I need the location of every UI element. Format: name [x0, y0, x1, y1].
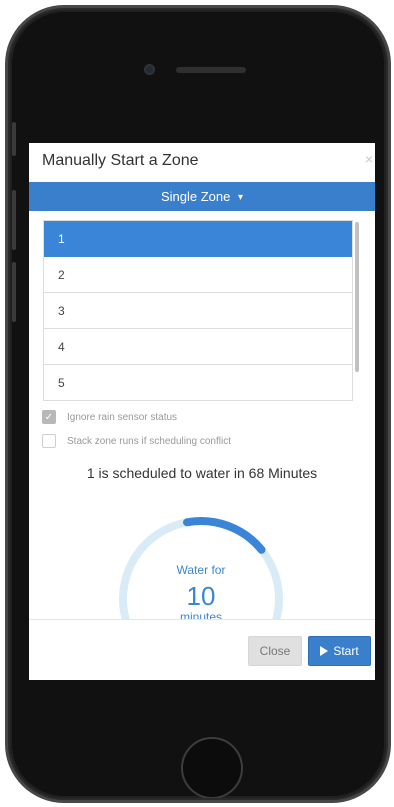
zone-item-1[interactable]: 1	[44, 221, 352, 257]
volume-down-button	[12, 262, 16, 322]
dial-value: 10	[186, 581, 216, 611]
zone-item-2[interactable]: 2	[44, 257, 352, 293]
start-label: Start	[333, 644, 359, 658]
zone-list[interactable]: 1 2 3 4 5	[43, 220, 353, 401]
front-camera	[144, 64, 155, 75]
caret-down-icon: ▾	[237, 192, 244, 204]
stack-zone-runs-option: Stack zone runs if scheduling conflict	[42, 433, 231, 449]
close-button[interactable]: Close	[248, 636, 302, 666]
dial-label: Water for	[176, 563, 226, 577]
schedule-status: 1 is scheduled to water in 68 Minutes	[86, 465, 318, 481]
dial-progress-arc	[183, 517, 266, 554]
zone-item-4[interactable]: 4	[44, 329, 352, 365]
zone-mode-label: Single Zone	[160, 189, 231, 204]
check-icon: ✓	[44, 411, 54, 423]
zone-list-scrollbar[interactable]	[355, 222, 359, 372]
play-icon	[320, 646, 329, 656]
home-button[interactable]	[181, 737, 243, 798]
stack-zone-runs-label: Stack zone runs if scheduling conflict	[67, 435, 231, 447]
mute-switch	[12, 122, 16, 156]
volume-up-button	[12, 190, 16, 250]
ignore-rain-sensor-label: Ignore rain sensor status	[67, 411, 178, 423]
stack-zone-runs-checkbox[interactable]	[42, 434, 56, 448]
earpiece-speaker	[176, 67, 246, 73]
start-button[interactable]: Start	[308, 636, 371, 666]
zone-item-3[interactable]: 3	[44, 293, 352, 329]
zone-item-5[interactable]: 5	[44, 365, 352, 400]
modal-footer: Close Start	[29, 619, 375, 680]
modal-dialog: Manually Start a Zone × Single Zone ▾ 1 …	[29, 143, 375, 680]
ignore-rain-sensor-checkbox[interactable]: ✓	[42, 410, 56, 424]
close-icon[interactable]: ×	[365, 151, 373, 167]
zone-mode-dropdown[interactable]: Single Zone ▾	[29, 182, 375, 211]
ignore-rain-sensor-option: ✓ Ignore rain sensor status	[42, 409, 177, 425]
modal-title: Manually Start a Zone	[42, 152, 199, 169]
